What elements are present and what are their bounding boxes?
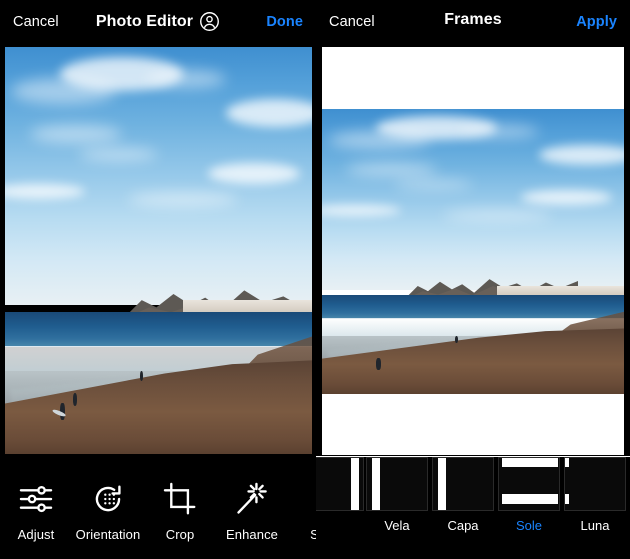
beach-photo <box>5 47 312 454</box>
frames-panel: Cancel Frames Apply Vela Capa Sole Luna <box>316 0 630 559</box>
frame-label: Luna <box>580 518 610 533</box>
magic-wand-icon <box>233 480 271 518</box>
distant-figure <box>454 335 459 343</box>
apply-button[interactable]: Apply <box>576 14 617 30</box>
framed-beach-photo <box>322 109 624 394</box>
surfer-figure <box>376 358 381 371</box>
frame-thumbnail <box>366 457 428 511</box>
frames-toolbar: Vela Capa Sole Luna <box>316 455 630 559</box>
frame-preview-canvas[interactable] <box>322 47 624 455</box>
frame-option-capa[interactable]: Capa <box>430 457 496 533</box>
photo-editor-screen: Cancel Photo Editor Done Adjust Orientat… <box>0 0 630 559</box>
tool-label: Enhance <box>225 527 279 542</box>
frame-label: Sole <box>515 518 543 533</box>
page-title: Photo Editor <box>95 12 194 30</box>
tool-share[interactable]: Shar <box>288 480 316 542</box>
frame-option-partial[interactable] <box>316 457 364 518</box>
tool-label: Adjust <box>17 527 55 542</box>
tool-crop[interactable]: Crop <box>144 480 216 542</box>
account-circle-icon[interactable] <box>199 11 220 32</box>
right-header: Cancel Frames Apply <box>316 0 630 45</box>
left-header: Cancel Photo Editor Done <box>0 0 316 45</box>
frames-page-title: Frames <box>444 11 502 28</box>
sliders-icon <box>17 480 55 518</box>
frame-label: Capa <box>447 518 479 533</box>
tool-orientation[interactable]: Orientation <box>72 480 144 542</box>
rotate-icon <box>89 480 127 518</box>
crop-icon <box>161 480 199 518</box>
clouds-layer <box>322 109 624 290</box>
editor-toolbar: Adjust Orientation Crop Enhance S <box>0 471 316 559</box>
frame-option-vela[interactable]: Vela <box>364 457 430 533</box>
frame-thumbnail <box>564 457 626 511</box>
frame-thumbnail <box>316 457 364 511</box>
tool-enhance[interactable]: Enhance <box>216 480 288 542</box>
frames-list[interactable]: Vela Capa Sole Luna <box>316 457 630 533</box>
frame-option-luna[interactable]: Luna <box>562 457 628 533</box>
frame-thumbnail <box>498 457 560 511</box>
tool-adjust[interactable]: Adjust <box>0 480 72 542</box>
frame-label: Vela <box>384 518 410 533</box>
chevron-left-icon <box>305 480 316 518</box>
tool-label: Crop <box>165 527 195 542</box>
ocean-layer <box>322 294 624 319</box>
ocean-layer <box>5 312 312 347</box>
tool-label: Orientation <box>75 527 141 542</box>
clouds-layer <box>5 47 312 305</box>
second-figure <box>72 392 77 406</box>
photo-editor-panel: Cancel Photo Editor Done Adjust Orientat… <box>0 0 316 559</box>
done-button[interactable]: Done <box>266 14 303 30</box>
frame-thumbnail <box>432 457 494 511</box>
frame-option-sole[interactable]: Sole <box>496 457 562 533</box>
photo-canvas[interactable] <box>5 47 312 454</box>
